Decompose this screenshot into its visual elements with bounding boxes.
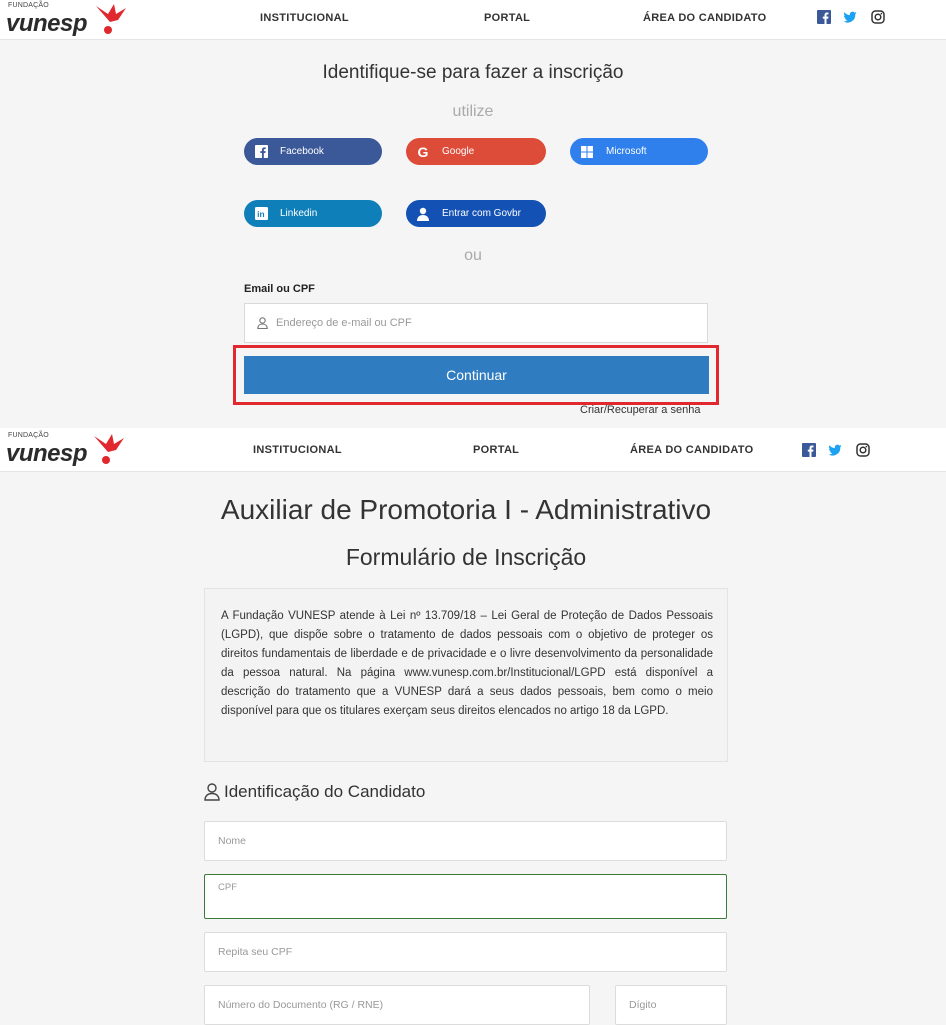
page-title: Auxiliar de Promotoria I - Administrativ… xyxy=(220,494,712,525)
email-cpf-placeholder: Endereço de e-mail ou CPF xyxy=(276,317,412,329)
digit-placeholder: Dígito xyxy=(629,999,657,1011)
nav-institucional-2[interactable]: INSTITUCIONAL xyxy=(253,444,342,456)
logo-text: vunesp xyxy=(6,10,88,37)
twitter-icon-2[interactable] xyxy=(828,443,842,457)
logo-small-text-2: FUNDAÇÃO xyxy=(8,432,49,439)
login-title: Identifique-se para fazer a inscrição xyxy=(322,62,624,83)
login-pane: Identifique-se para fazer a inscrição ut… xyxy=(0,40,946,425)
facebook-login-button[interactable]: Facebook xyxy=(244,138,382,165)
logo-text-2: vunesp xyxy=(6,440,88,467)
logo-small-text: FUNDAÇÃO xyxy=(8,2,49,9)
twitter-icon[interactable] xyxy=(843,10,857,24)
microsoft-login-label: Microsoft xyxy=(606,146,647,157)
recover-password-link[interactable]: Criar/Recuperar a senha xyxy=(580,404,700,416)
email-cpf-input[interactable]: Endereço de e-mail ou CPF xyxy=(244,303,708,343)
facebook-icon[interactable] xyxy=(817,10,831,24)
linkedin-login-button[interactable]: in Linkedin xyxy=(244,200,382,227)
ou-separator: ou xyxy=(464,247,482,264)
user-icon xyxy=(416,207,430,221)
email-cpf-label: Email ou CPF xyxy=(244,283,315,295)
cpf-input[interactable]: CPF xyxy=(204,874,727,919)
cpf-label: CPF xyxy=(218,882,237,893)
section-identificacao: Identificação do Candidato xyxy=(204,782,425,802)
facebook-icon-2[interactable] xyxy=(802,443,816,457)
google-icon: G xyxy=(417,143,429,160)
instagram-icon-2[interactable] xyxy=(856,443,870,457)
continue-button[interactable]: Continuar xyxy=(244,356,709,394)
nome-placeholder: Nome xyxy=(218,835,247,847)
nav-portal[interactable]: PORTAL xyxy=(484,12,530,24)
facebook-icon xyxy=(254,145,268,159)
microsoft-login-button[interactable]: Microsoft xyxy=(570,138,708,165)
windows-icon xyxy=(580,145,594,159)
nav-portal-2[interactable]: PORTAL xyxy=(473,444,519,456)
instagram-icon[interactable] xyxy=(871,10,885,24)
google-login-button[interactable]: G Google xyxy=(406,138,546,165)
govbr-login-button[interactable]: Entrar com Govbr xyxy=(406,200,546,227)
document-number-input[interactable]: Número do Documento (RG / RNE) xyxy=(204,985,590,1025)
nav-area-candidato-2[interactable]: ÁREA DO CANDIDATO xyxy=(630,444,753,456)
section-title: Identificação do Candidato xyxy=(224,782,426,801)
svg-text:in: in xyxy=(257,209,264,219)
logo-bird-icon xyxy=(96,4,126,34)
utilize-label: utilize xyxy=(452,103,494,120)
facebook-login-label: Facebook xyxy=(280,146,324,157)
user-outline-icon xyxy=(257,317,268,329)
document-number-placeholder: Número do Documento (RG / RNE) xyxy=(218,999,384,1011)
nome-input[interactable]: Nome xyxy=(204,821,727,861)
form-pane: Auxiliar de Promotoria I - Administrativ… xyxy=(0,472,946,1025)
user-outline-icon xyxy=(204,783,220,801)
govbr-login-label: Entrar com Govbr xyxy=(442,208,521,219)
linkedin-login-label: Linkedin xyxy=(280,208,318,219)
digit-input[interactable]: Dígito xyxy=(615,985,727,1025)
linkedin-icon: in xyxy=(254,207,268,221)
top-header-2: FUNDAÇÃO vunesp INSTITUCIONAL PORTAL ÁRE… xyxy=(0,428,946,472)
vunesp-logo-2[interactable]: FUNDAÇÃO vunesp xyxy=(6,432,126,468)
cpf-repeat-input[interactable]: Repita seu CPF xyxy=(204,932,727,972)
cpf-repeat-placeholder: Repita seu CPF xyxy=(218,946,293,958)
logo-bird-icon-2 xyxy=(94,434,124,464)
lgpd-notice: A Fundação VUNESP atende à Lei nº 13.709… xyxy=(204,588,728,762)
form-subtitle: Formulário de Inscrição xyxy=(345,544,587,570)
vunesp-logo[interactable]: FUNDAÇÃO vunesp xyxy=(6,2,126,38)
google-login-label: Google xyxy=(442,146,475,157)
nav-area-candidato[interactable]: ÁREA DO CANDIDATO xyxy=(643,12,766,24)
nav-institucional[interactable]: INSTITUCIONAL xyxy=(260,12,349,24)
top-header: FUNDAÇÃO vunesp INSTITUCIONAL PORTAL ÁRE… xyxy=(0,0,946,40)
